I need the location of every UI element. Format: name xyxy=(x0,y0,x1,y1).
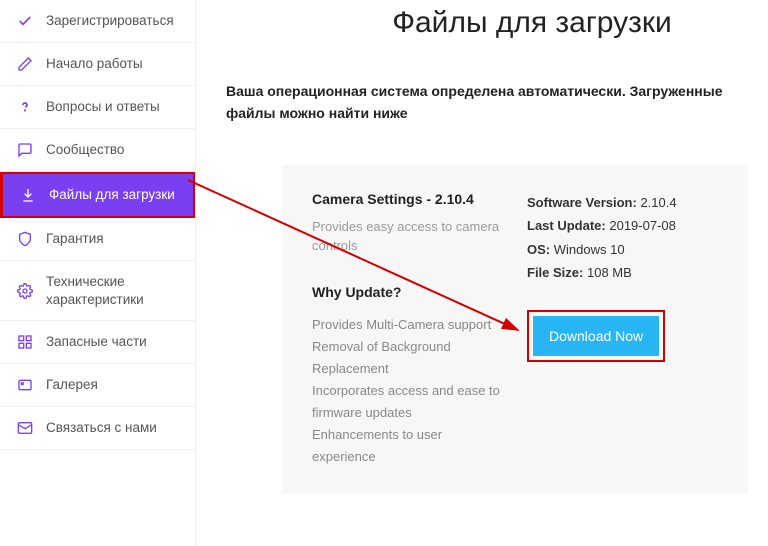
card-right: Software Version: 2.10.4 Last Update: 20… xyxy=(527,191,718,469)
spec-size: File Size: 108 MB xyxy=(527,261,718,284)
main-content: Файлы для загрузки Ваша операционная сис… xyxy=(196,0,768,546)
nav-label: Галерея xyxy=(46,376,98,394)
nav-contact[interactable]: Связаться с нами xyxy=(0,407,195,450)
nav-label: Сообщество xyxy=(46,141,124,159)
spec-os: OS: Windows 10 xyxy=(527,238,718,261)
nav-warranty[interactable]: Гарантия xyxy=(0,218,195,261)
nav-label: Файлы для загрузки xyxy=(49,186,175,204)
card-left: Camera Settings - 2.10.4 Provides easy a… xyxy=(312,191,503,469)
mail-icon xyxy=(16,419,34,437)
download-button[interactable]: Download Now xyxy=(533,316,659,356)
nav-faq[interactable]: Вопросы и ответы xyxy=(0,86,195,129)
chat-icon xyxy=(16,141,34,159)
nav-getting-started[interactable]: Начало работы xyxy=(0,43,195,86)
gear-icon xyxy=(16,282,34,300)
software-title: Camera Settings - 2.10.4 xyxy=(312,191,503,207)
download-icon xyxy=(19,186,37,204)
spec-update: Last Update: 2019-07-08 xyxy=(527,214,718,237)
download-highlight: Download Now xyxy=(527,310,665,362)
image-icon xyxy=(16,376,34,394)
why-update-body: Provides Multi-Camera support Removal of… xyxy=(312,314,503,469)
nav-label: Начало работы xyxy=(46,55,143,73)
nav-parts[interactable]: Запасные части xyxy=(0,321,195,364)
nav-label: Связаться с нами xyxy=(46,419,157,437)
nav-specs[interactable]: Технические характеристики xyxy=(0,261,195,321)
nav-register[interactable]: Зарегистрироваться xyxy=(0,0,195,43)
pencil-icon xyxy=(16,55,34,73)
page-title: Файлы для загрузки xyxy=(316,6,748,40)
question-icon xyxy=(16,98,34,116)
spec-version: Software Version: 2.10.4 xyxy=(527,191,718,214)
nav-label: Технические характеристики xyxy=(46,273,179,308)
download-card: Camera Settings - 2.10.4 Provides easy a… xyxy=(282,165,748,495)
nav-label: Запасные части xyxy=(46,333,147,351)
why-update-title: Why Update? xyxy=(312,284,503,300)
nav-label: Зарегистрироваться xyxy=(46,12,174,30)
sidebar: Зарегистрироваться Начало работы Вопросы… xyxy=(0,0,196,546)
nav-label: Вопросы и ответы xyxy=(46,98,160,116)
check-icon xyxy=(16,12,34,30)
software-desc: Provides easy access to camera controls xyxy=(312,217,503,256)
nav-downloads[interactable]: Файлы для загрузки xyxy=(0,172,195,218)
shield-icon xyxy=(16,230,34,248)
nav-gallery[interactable]: Галерея xyxy=(0,364,195,407)
os-notice: Ваша операционная система определена авт… xyxy=(226,80,748,125)
nav-community[interactable]: Сообщество xyxy=(0,129,195,172)
nav-label: Гарантия xyxy=(46,230,104,248)
grid-icon xyxy=(16,333,34,351)
